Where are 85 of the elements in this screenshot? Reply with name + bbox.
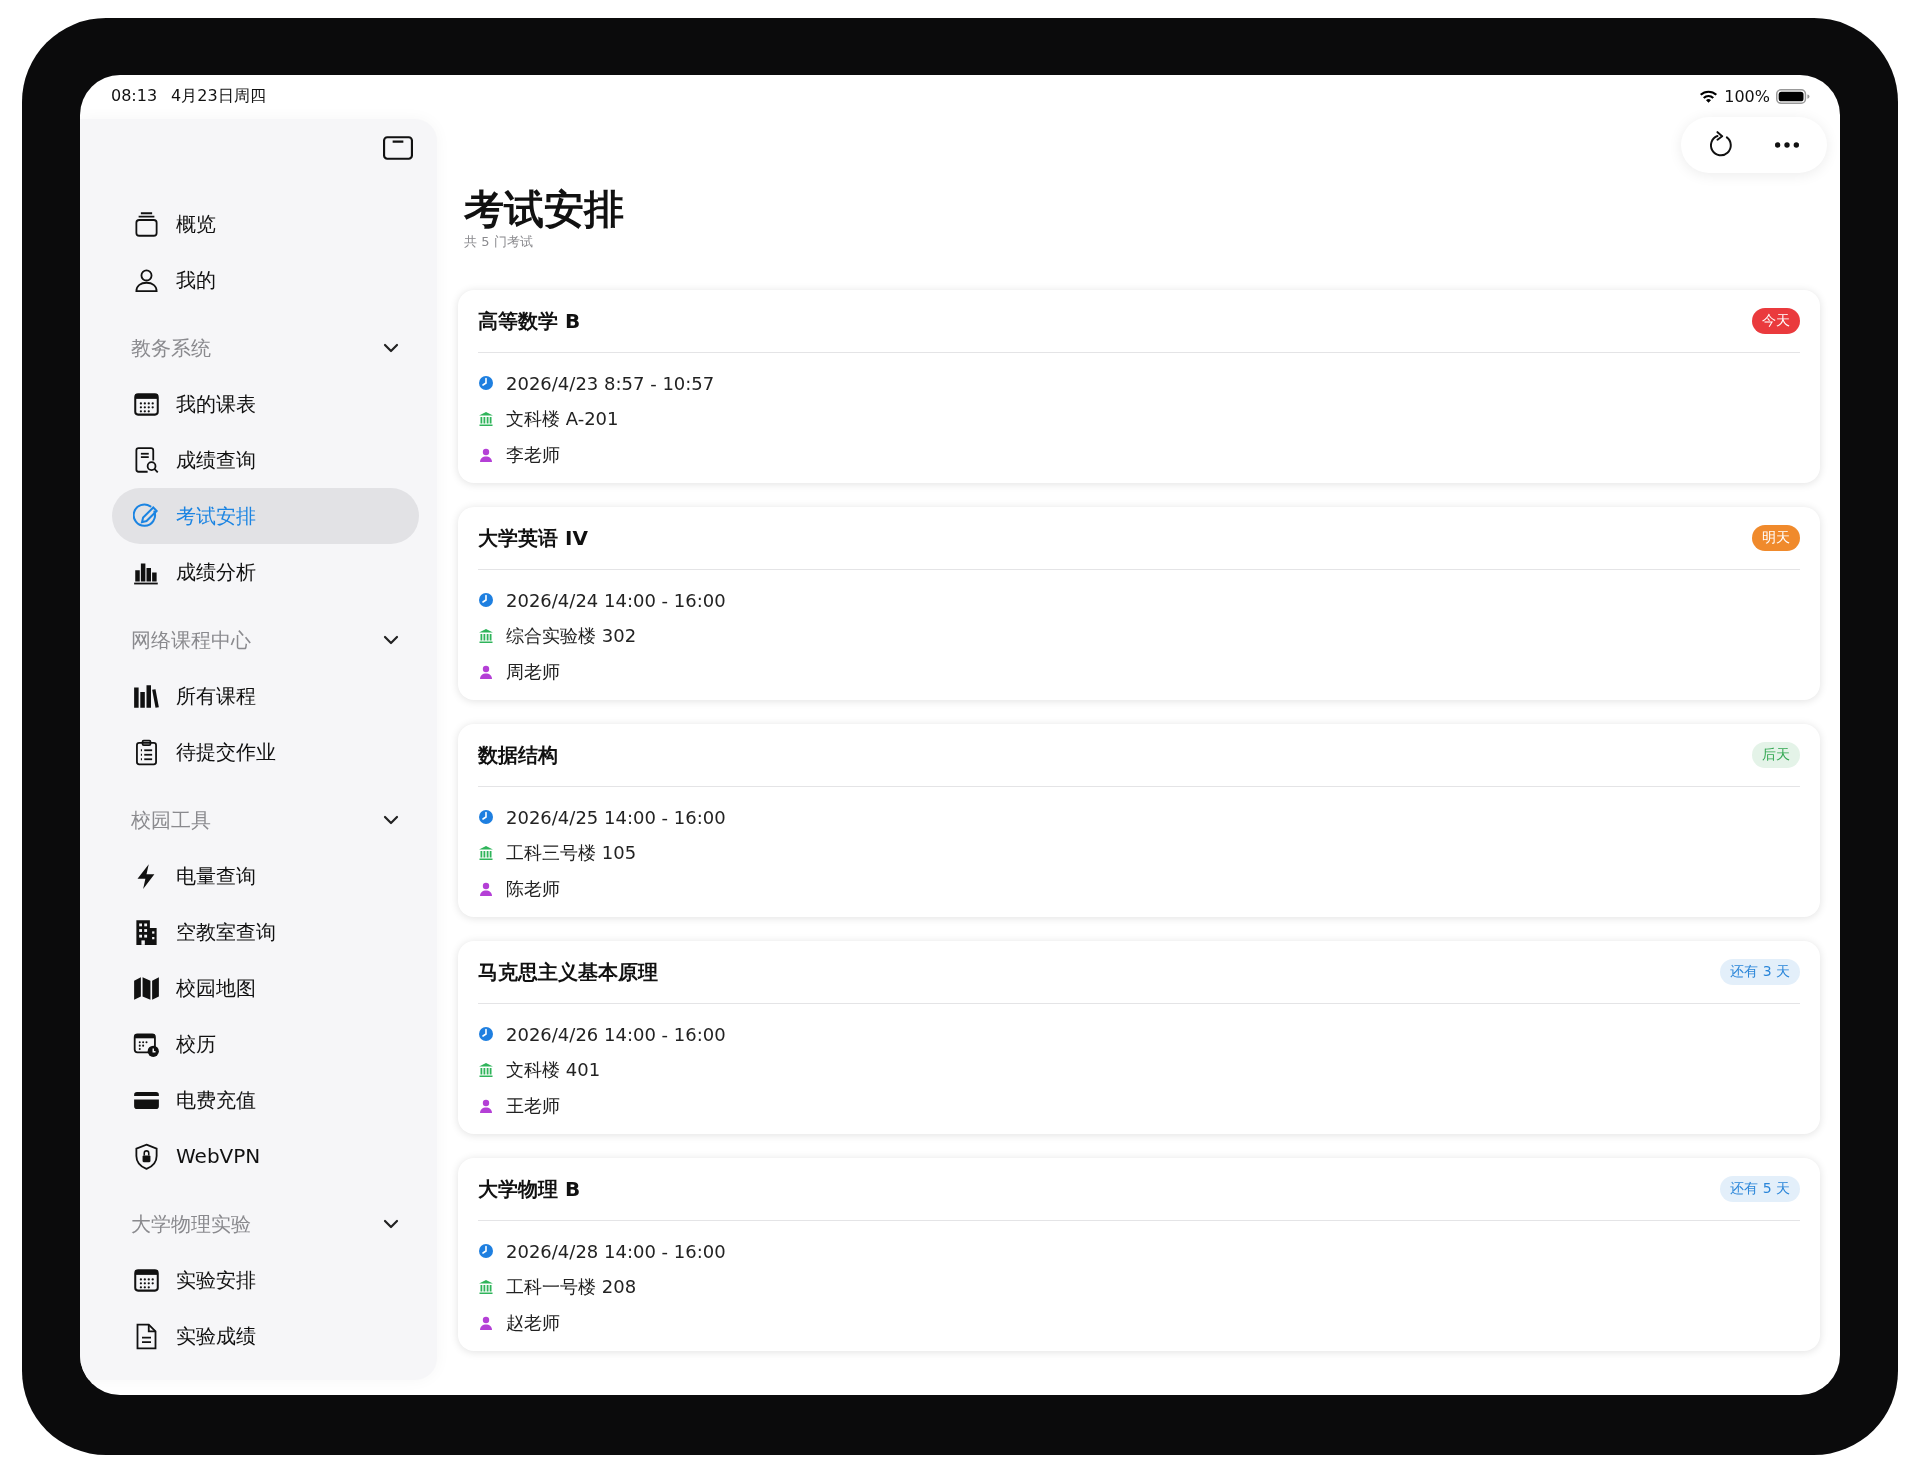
- refresh-icon: [1707, 131, 1735, 159]
- exam-location: 工科一号楼 208: [506, 1275, 637, 1299]
- person-icon: [478, 1315, 494, 1331]
- sidebar-item[interactable]: 概览: [112, 196, 419, 252]
- exam-location: 文科楼 A-201: [506, 407, 619, 431]
- clock-icon: [478, 592, 494, 608]
- stack-icon: [133, 210, 160, 238]
- calendar-icon: [133, 390, 160, 418]
- exam-teacher: 李老师: [506, 443, 560, 467]
- section-title: 大学物理实验: [131, 1210, 251, 1238]
- chevron-icon[interactable]: [383, 343, 399, 353]
- sidebar-item[interactable]: 校园地图: [112, 960, 419, 1016]
- sidebar-item[interactable]: 校历: [112, 1016, 419, 1072]
- wifi-icon: [1699, 89, 1719, 103]
- map-icon: [133, 974, 160, 1002]
- chevron-icon[interactable]: [383, 815, 399, 825]
- sidebar-item[interactable]: 实验成绩: [112, 1308, 419, 1364]
- battery-percent: 100%: [1724, 86, 1770, 106]
- chevron-icon[interactable]: [383, 635, 399, 645]
- sidebar-item[interactable]: 电费充值: [112, 1072, 419, 1128]
- exam-name: 大学英语 IV: [478, 524, 588, 552]
- sidebar-item[interactable]: 待提交作业: [112, 724, 419, 780]
- sidebar-icon: [383, 136, 413, 160]
- exam-teacher: 周老师: [506, 660, 560, 684]
- day-badge: 今天: [1752, 308, 1800, 334]
- building-icon: [133, 918, 160, 946]
- person-icon: [478, 1098, 494, 1114]
- exam-location: 综合实验楼 302: [506, 624, 637, 648]
- person-icon: [478, 664, 494, 680]
- section-title: 教务系统: [131, 334, 211, 362]
- sidebar-item[interactable]: WebVPN: [112, 1128, 419, 1184]
- sidebar-item[interactable]: 空教室查询: [112, 904, 419, 960]
- clipboard-icon: [133, 738, 160, 766]
- chevron-icon[interactable]: [383, 1219, 399, 1229]
- building-icon: [478, 845, 494, 861]
- exam-time: 2026/4/26 14:00 - 16:00: [506, 1023, 726, 1045]
- exam-teacher: 陈老师: [506, 877, 560, 901]
- exam-location: 文科楼 401: [506, 1058, 601, 1082]
- day-badge: 后天: [1752, 742, 1800, 768]
- pencil-circle-icon: [133, 502, 160, 530]
- exam-name: 数据结构: [478, 741, 558, 769]
- day-badge: 还有 5 天: [1720, 1176, 1800, 1202]
- section-title: 网络课程中心: [131, 626, 251, 654]
- exam-name: 马克思主义基本原理: [478, 958, 658, 986]
- person-icon: [133, 266, 160, 294]
- more-icon: [1773, 140, 1801, 150]
- clock-icon: [478, 1243, 494, 1259]
- shield-lock-icon: [133, 1142, 160, 1170]
- page-title: 考试安排: [464, 187, 625, 231]
- sidebar-item[interactable]: 我的: [112, 252, 419, 308]
- status-time: 08:13: [111, 85, 158, 107]
- sidebar-item[interactable]: 成绩查询: [112, 432, 419, 488]
- exam-time: 2026/4/25 14:00 - 16:00: [506, 806, 726, 828]
- sidebar-item[interactable]: 所有课程: [112, 668, 419, 724]
- building-icon: [478, 1062, 494, 1078]
- exam-name: 大学物理 B: [478, 1175, 581, 1203]
- sidebar-item[interactable]: 电量查询: [112, 848, 419, 904]
- calendar-icon: [133, 1266, 160, 1294]
- document-search-icon: [133, 446, 160, 474]
- status-date: 4月23日周四: [171, 85, 266, 107]
- building-icon: [478, 411, 494, 427]
- exam-count: 共 5 门考试: [464, 233, 534, 251]
- person-icon: [478, 881, 494, 897]
- person-icon: [478, 447, 494, 463]
- exam-time: 2026/4/28 14:00 - 16:00: [506, 1240, 726, 1262]
- books-icon: [133, 682, 160, 710]
- exam-location: 工科三号楼 105: [506, 841, 637, 865]
- clock-icon: [478, 809, 494, 825]
- building-icon: [478, 1279, 494, 1295]
- exam-teacher: 赵老师: [506, 1311, 560, 1335]
- battery-icon: [1776, 88, 1810, 104]
- clock-icon: [478, 1026, 494, 1042]
- clock-icon: [478, 375, 494, 391]
- exam-time: 2026/4/23 8:57 - 10:57: [506, 372, 715, 394]
- exam-time: 2026/4/24 14:00 - 16:00: [506, 589, 726, 611]
- exam-name: 高等数学 B: [478, 307, 581, 335]
- building-icon: [478, 628, 494, 644]
- section-title: 校园工具: [131, 806, 211, 834]
- day-badge: 还有 3 天: [1720, 959, 1800, 985]
- sidebar-item[interactable]: 我的课表: [112, 376, 419, 432]
- calendar-clock-icon: [133, 1030, 160, 1058]
- day-badge: 明天: [1752, 525, 1800, 551]
- exam-teacher: 王老师: [506, 1094, 560, 1118]
- sidebar-item[interactable]: 实验安排: [112, 1252, 419, 1308]
- sidebar-item[interactable]: 成绩分析: [112, 544, 419, 600]
